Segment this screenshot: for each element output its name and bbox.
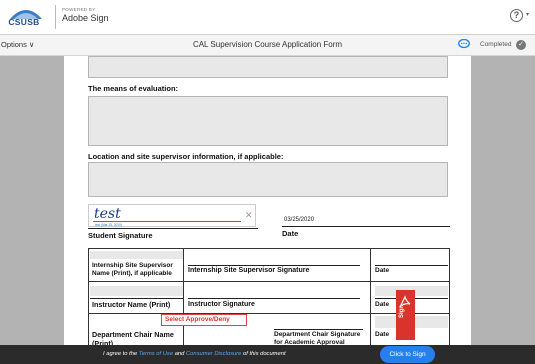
supervisor-signature-label: Internship Site Supervisor Signature	[188, 267, 310, 274]
date-underline	[282, 226, 450, 227]
sign-flag-label: Sign	[399, 305, 405, 318]
instructor-signature-line	[188, 298, 360, 299]
app-header: CSUSB POWERED BY Adobe Sign ? ▾	[0, 0, 535, 35]
instructor-date-label: Date	[375, 301, 390, 308]
instructor-signature-label: Instructor Signature	[188, 301, 255, 308]
instructor-name-label: Instructor Name (Print)	[92, 300, 171, 309]
instructor-name-line	[90, 298, 183, 299]
chair-signature-label: Department Chair Signature for Academic …	[274, 331, 361, 346]
previous-text-field[interactable]	[88, 56, 448, 78]
table-col-divider	[183, 249, 184, 347]
agree-and: and	[174, 351, 185, 357]
completed-check-icon: ✓	[516, 40, 526, 50]
agree-prefix: I agree to the	[103, 351, 138, 357]
powered-by-label: POWERED BY	[62, 7, 96, 12]
header-divider	[55, 5, 56, 29]
help-caret-icon[interactable]: ▾	[526, 11, 529, 18]
location-label: Location and site supervisor information…	[88, 152, 284, 161]
chair-signature-line	[274, 329, 363, 330]
date-label: Date	[282, 229, 299, 238]
terms-of-use-link[interactable]: Terms of Use	[139, 351, 173, 357]
evaluation-field[interactable]	[88, 96, 448, 146]
approve-deny-select[interactable]: Select Approve/Deny	[161, 314, 247, 326]
agree-suffix: of this document	[243, 351, 286, 357]
click-to-sign-button[interactable]: Click to Sign	[380, 346, 435, 363]
table-row-divider	[89, 281, 449, 282]
signature-line	[93, 221, 241, 222]
status-label: Completed	[480, 41, 512, 48]
document-title: CAL Supervision Course Application Form	[192, 40, 343, 49]
supervisor-date-line	[375, 265, 448, 266]
agreement-text: I agree to the Terms of Use and Consumer…	[103, 351, 286, 357]
brand-name: Adobe Sign	[62, 13, 109, 23]
clear-signature-icon[interactable]: ✕	[245, 210, 253, 221]
sign-here-flag[interactable]: Sign	[396, 290, 415, 340]
supervisor-name-label: Internship Site Supervisor Name (Print),…	[92, 262, 173, 277]
signing-footer: I agree to the Terms of Use and Consumer…	[0, 345, 535, 364]
table-col-divider	[370, 249, 371, 347]
chair-date-label: Date	[375, 331, 390, 338]
instructor-name-field[interactable]	[90, 286, 183, 296]
supervisor-name-field[interactable]	[90, 251, 183, 259]
supervisor-signature-line	[188, 265, 360, 266]
table-row-divider	[89, 313, 449, 314]
signature-underline	[88, 228, 258, 229]
logo-text: CSUSB	[8, 17, 40, 27]
comment-icon[interactable]	[458, 39, 470, 49]
location-field[interactable]	[88, 162, 448, 197]
supervisor-date-label: Date	[375, 267, 390, 274]
signature-caption: test (Mar 25, 2020)	[95, 223, 122, 227]
evaluation-label: The means of evaluation:	[88, 84, 179, 93]
student-signature-field[interactable]: test test (Mar 25, 2020) ✕	[88, 204, 256, 227]
document-toolbar: Options ∨ CAL Supervision Course Applica…	[0, 35, 535, 56]
consumer-disclosure-link[interactable]: Consumer Disclosure	[186, 351, 241, 357]
help-icon[interactable]: ?	[510, 9, 523, 22]
signed-date: 03/25/2020	[284, 217, 315, 223]
student-signature-label: Student Signature	[88, 231, 153, 240]
signature-script: test	[94, 206, 121, 222]
